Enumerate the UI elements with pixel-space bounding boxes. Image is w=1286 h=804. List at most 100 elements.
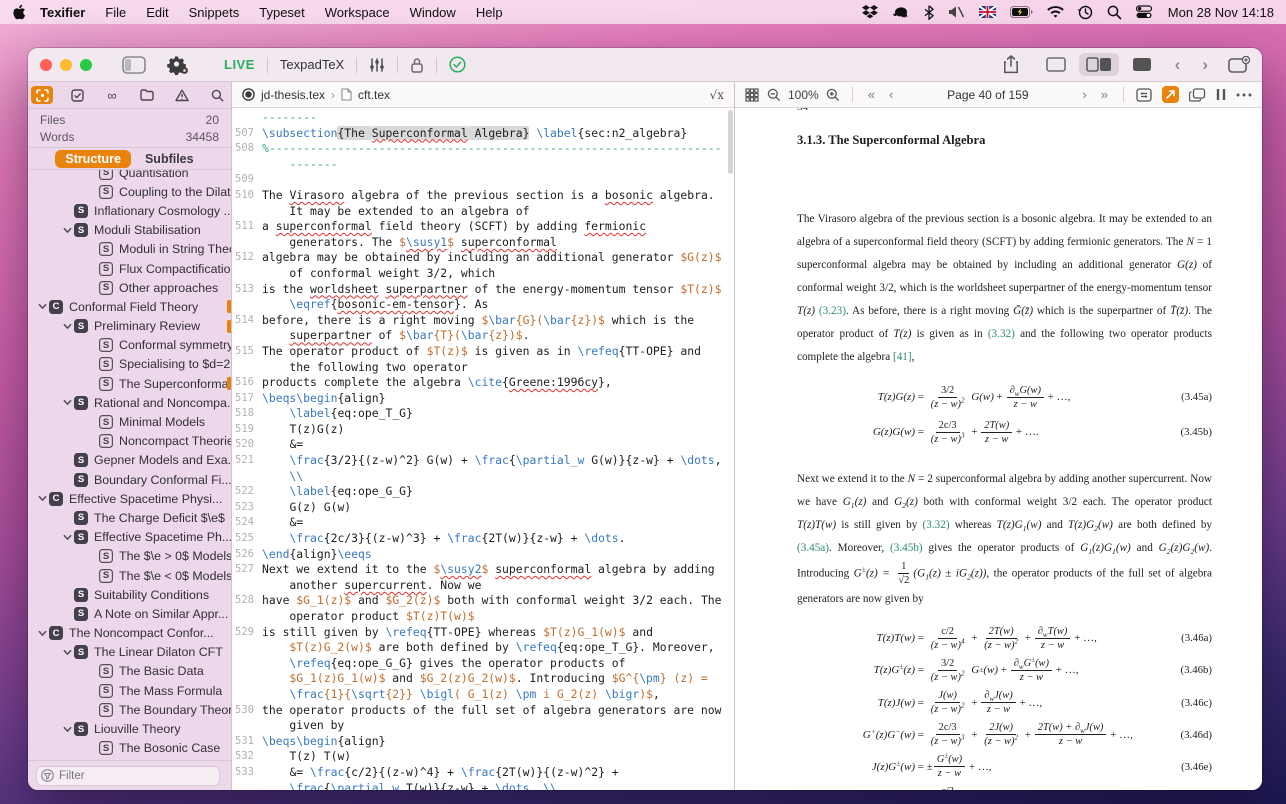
time-machine-icon[interactable] bbox=[1078, 5, 1093, 20]
tree-item[interactable]: SSpecialising to $d=2... bbox=[28, 355, 231, 374]
code-line-509[interactable]: 509 bbox=[232, 172, 734, 188]
code-line-529[interactable]: 529is still given by \refeq{TT-OPE} wher… bbox=[232, 625, 734, 703]
pdf-reference-link[interactable]: [41] bbox=[893, 351, 912, 363]
dropbox-icon[interactable] bbox=[862, 5, 878, 19]
menu-window[interactable]: Window bbox=[400, 5, 466, 20]
pdf-reference-link[interactable]: (3.23) bbox=[819, 305, 846, 317]
todo-mode-icon[interactable] bbox=[66, 86, 88, 104]
tree-item[interactable]: SThe $\e < 0$ Models bbox=[28, 566, 231, 585]
files-mode-icon[interactable] bbox=[136, 86, 158, 104]
code-line-522[interactable]: 522 \label{eq:ope_G_G} bbox=[232, 484, 734, 500]
next-page-button[interactable]: › bbox=[1079, 87, 1089, 102]
menu-help[interactable]: Help bbox=[466, 5, 513, 20]
mammoth-icon[interactable] bbox=[892, 5, 910, 19]
previous-page-button[interactable]: ‹ bbox=[886, 87, 896, 102]
new-tab-icon[interactable] bbox=[1228, 56, 1250, 74]
tree-item[interactable]: SNoncompact Theories bbox=[28, 432, 231, 451]
apple-menu-icon[interactable] bbox=[12, 4, 26, 20]
code-line-507[interactable]: 507\subsection{The Superconformal Algebr… bbox=[232, 126, 734, 142]
tree-item[interactable]: SBoundary Conformal Fi... bbox=[28, 470, 231, 489]
code-line-532[interactable]: 532 T(z) T(w) bbox=[232, 749, 734, 765]
symbols-mode-icon[interactable]: ∞ bbox=[101, 86, 123, 104]
control-center-icon[interactable] bbox=[1136, 5, 1152, 19]
sidebar-toggle-icon[interactable] bbox=[122, 56, 146, 74]
code-line-517[interactable]: 517\beqs\begin{align} bbox=[232, 391, 734, 407]
tree-item[interactable]: SThe Linear Dilaton CFT bbox=[28, 643, 231, 662]
code-line-514[interactable]: 514before, there is a right moving $\bar… bbox=[232, 313, 734, 344]
code-line-510[interactable]: 510The Virasoro algebra of the previous … bbox=[232, 188, 734, 219]
code-line-533[interactable]: 533 &= \frac{c/2}{(z-w)^4} + \frac{2T(w)… bbox=[232, 765, 734, 790]
chevron-down-icon[interactable] bbox=[36, 302, 49, 311]
tree-item[interactable]: SInflationary Cosmology ... bbox=[28, 201, 231, 220]
wifi-icon[interactable] bbox=[1047, 6, 1064, 19]
zoom-out-icon[interactable] bbox=[767, 88, 781, 102]
chevron-down-icon[interactable] bbox=[61, 398, 74, 407]
external-pdf-icon[interactable] bbox=[1162, 86, 1179, 103]
code-line-531[interactable]: 531\beqs\begin{align} bbox=[232, 734, 734, 750]
tree-item[interactable]: CConformal Field Theory bbox=[28, 297, 231, 316]
code-line-523[interactable]: 523 G(z) G(w) bbox=[232, 500, 734, 516]
pdf-reference-link[interactable]: (3.45a) bbox=[797, 542, 829, 554]
math-toolbar-button[interactable]: √x bbox=[710, 88, 724, 102]
code-line-527[interactable]: 527Next we extend it to the $\susy2$ sup… bbox=[232, 562, 734, 593]
layout-pdf-only-button[interactable] bbox=[1125, 53, 1159, 76]
code-line-524[interactable]: 524 &= bbox=[232, 515, 734, 531]
tree-item[interactable]: SThe Charge Deficit $\e$ bbox=[28, 508, 231, 527]
menu-typeset[interactable]: Typeset bbox=[249, 5, 315, 20]
zoom-in-icon[interactable] bbox=[826, 88, 840, 102]
typeset-settings-icon[interactable] bbox=[164, 55, 190, 75]
last-page-button[interactable]: » bbox=[1098, 87, 1111, 102]
tree-item[interactable]: SRational and Noncompa... bbox=[28, 393, 231, 412]
live-typeset-status[interactable]: LIVE bbox=[224, 57, 255, 72]
chevron-down-icon[interactable] bbox=[61, 322, 74, 331]
code-line-516[interactable]: 516products complete the algebra \cite{G… bbox=[232, 375, 734, 391]
tree-item[interactable]: SThe Basic Data bbox=[28, 662, 231, 681]
tree-item[interactable]: SConformal symmetry ... bbox=[28, 336, 231, 355]
pdf-reference-link[interactable]: (3.32) bbox=[988, 328, 1015, 340]
tree-item[interactable]: SMinimal Models bbox=[28, 412, 231, 431]
tree-item[interactable]: CThe Noncompact Confor... bbox=[28, 624, 231, 643]
menu-snippets[interactable]: Snippets bbox=[179, 5, 250, 20]
code-editor[interactable]: --------507\subsection{The Superconforma… bbox=[232, 108, 734, 790]
breadcrumb-file[interactable]: cft.tex bbox=[358, 88, 390, 102]
menu-workspace[interactable]: Workspace bbox=[315, 5, 400, 20]
mute-icon[interactable] bbox=[948, 5, 965, 19]
tree-item[interactable]: SEffective Spacetime Ph... bbox=[28, 528, 231, 547]
code-line-511[interactable]: 511a superconformal field theory (SCFT) … bbox=[232, 219, 734, 250]
tree-item[interactable]: SSuitability Conditions bbox=[28, 585, 231, 604]
code-line-512[interactable]: 512algebra may be obtained by including … bbox=[232, 250, 734, 281]
forward-button[interactable]: › bbox=[1196, 55, 1214, 75]
code-line-518[interactable]: 518 \label{eq:ope_T_G} bbox=[232, 406, 734, 422]
tree-item[interactable]: SCoupling to the Dilato... bbox=[28, 182, 231, 201]
search-mode-icon[interactable] bbox=[206, 86, 228, 104]
tree-item[interactable]: SThe Boundary Theory... bbox=[28, 700, 231, 719]
back-button[interactable]: ‹ bbox=[1169, 55, 1187, 75]
menu-edit[interactable]: Edit bbox=[136, 5, 178, 20]
chevron-down-icon[interactable] bbox=[61, 725, 74, 734]
sync-tex-icon[interactable] bbox=[1136, 88, 1152, 102]
engine-selector[interactable]: TexpadTeX bbox=[280, 57, 344, 72]
structure-mode-icon[interactable] bbox=[31, 86, 53, 104]
tree-item[interactable]: SThe $\e > 0$ Models bbox=[28, 547, 231, 566]
typeset-ok-icon[interactable] bbox=[449, 56, 466, 73]
typeset-options-icon[interactable] bbox=[369, 57, 385, 73]
chevron-down-icon[interactable] bbox=[61, 226, 74, 235]
uk-flag-icon[interactable] bbox=[979, 6, 996, 18]
tab-structure[interactable]: Structure bbox=[55, 150, 131, 168]
pdf-reference-link[interactable]: (3.32) bbox=[923, 519, 950, 531]
chevron-down-icon[interactable] bbox=[61, 648, 74, 657]
tree-item[interactable]: SThe Mass Formula bbox=[28, 681, 231, 700]
menu-clock[interactable]: Mon 28 Nov 14:18 bbox=[1168, 5, 1274, 20]
copy-pages-icon[interactable] bbox=[1189, 88, 1206, 102]
tree-item[interactable]: SGepner Models and Exa... bbox=[28, 451, 231, 470]
chevron-down-icon[interactable] bbox=[61, 533, 74, 542]
breadcrumb-root[interactable]: jd-thesis.tex bbox=[261, 88, 325, 102]
tree-item[interactable]: SA Note on Similar Appr... bbox=[28, 604, 231, 623]
close-button[interactable] bbox=[40, 59, 52, 71]
zoom-button[interactable] bbox=[80, 59, 92, 71]
menu-file[interactable]: File bbox=[95, 5, 136, 20]
pause-typeset-icon[interactable] bbox=[1216, 88, 1226, 101]
lock-icon[interactable] bbox=[410, 57, 424, 73]
thumbnails-icon[interactable] bbox=[745, 88, 759, 102]
share-icon[interactable] bbox=[1003, 55, 1019, 74]
